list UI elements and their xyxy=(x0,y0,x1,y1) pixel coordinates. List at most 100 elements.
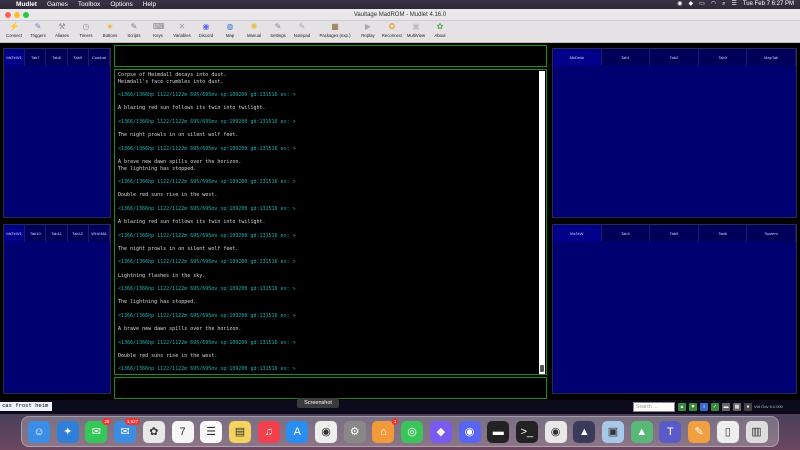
console-scrollbar[interactable] xyxy=(539,71,545,374)
dock-mudlet-icon[interactable]: ▬ xyxy=(487,421,510,443)
dock-teams-icon[interactable]: T xyxy=(659,421,682,443)
menu-help[interactable]: Help xyxy=(143,0,156,9)
toolbar-button-replay[interactable]: ▶ Replay xyxy=(357,21,379,38)
toolbar-button-notepad[interactable]: ✎ Notepad xyxy=(291,21,313,38)
dock-stacks-icon[interactable]: ▲ xyxy=(573,421,596,443)
tab-tab11[interactable]: Tab11 xyxy=(46,225,68,242)
toolbar-button-buttons[interactable]: ★ Buttons xyxy=(99,21,121,38)
dock-terminal-icon[interactable]: >_ xyxy=(515,421,538,443)
toolbar-button-label: Replay xyxy=(361,33,375,38)
toolbar-button-connect[interactable]: ⚡ Connect xyxy=(3,21,25,38)
tab-tab6[interactable]: Tab6 xyxy=(699,225,748,242)
dock-messages-icon[interactable]: ✉ 20 xyxy=(85,418,112,443)
tab-mstew1[interactable]: MsTeW1 xyxy=(4,49,26,66)
tab-tab3[interactable]: Tab3 xyxy=(699,49,748,66)
console-prompt-line: <1366/1366hp 1122/1122m 695/695mv xp:109… xyxy=(118,145,296,152)
toolbar-button-manual[interactable]: ✺ Manual xyxy=(243,21,265,38)
dock-shortcuts-icon[interactable]: ◆ xyxy=(429,421,452,443)
tab-tab4[interactable]: Tab4 xyxy=(602,225,651,242)
tab-mstew1[interactable]: MsTeW1 xyxy=(4,225,26,242)
dock-chrome-icon[interactable]: ◉ xyxy=(544,421,567,443)
clock[interactable]: Tue Feb 7 6:27 PM xyxy=(743,0,794,9)
dock-mail-icon[interactable]: ✉ 1,927 xyxy=(114,418,141,443)
wifi-icon[interactable]: ◠ xyxy=(711,0,716,9)
network-icon[interactable]: ▦ xyxy=(733,403,741,411)
command-input[interactable]: cas frost heim xyxy=(0,402,52,411)
discord-status-icon[interactable]: ◉ xyxy=(677,0,682,9)
toolbar-button-variables[interactable]: ✕ Variables xyxy=(171,21,193,38)
toolbar-button-multiview[interactable]: ▣ MultiView xyxy=(405,21,427,38)
bottom-info-bar xyxy=(114,377,547,399)
scrollbar-thumb[interactable] xyxy=(540,365,544,372)
info-icon[interactable]: i xyxy=(700,403,708,411)
toolbar-button-keys[interactable]: ⌨ Keys xyxy=(147,21,169,38)
menu-mudlet[interactable]: Mudlet xyxy=(16,0,37,9)
globe-icon: ◍ xyxy=(226,22,234,31)
toolbar-button-about[interactable]: ✿ About xyxy=(429,21,451,38)
toolbar-button-packages-exp[interactable]: ▦ Packages (exp.) xyxy=(315,21,355,38)
logging-icon[interactable]: ✓ xyxy=(711,403,719,411)
dropbox-icon[interactable]: ◆ xyxy=(689,0,694,9)
clock-icon: ◷ xyxy=(82,22,90,31)
menu-toolbox[interactable]: Toolbox xyxy=(78,0,100,9)
close-window-button[interactable] xyxy=(5,12,11,18)
search-icon[interactable]: ⌕ xyxy=(722,0,725,9)
tab-system[interactable]: System xyxy=(747,225,796,242)
dock-preview-icon[interactable]: ▣ xyxy=(602,421,624,443)
toolbar-button-reconnect[interactable]: ✪ Reconnect xyxy=(381,21,403,38)
main-console[interactable]: Corpse of Heimdall decays into dust. Heim… xyxy=(114,69,547,375)
dock-music-icon[interactable]: ♫ xyxy=(257,421,280,443)
minimize-window-button[interactable] xyxy=(14,12,20,18)
emergency-stop-icon[interactable]: ▬ xyxy=(722,403,730,411)
dock-reminders-icon[interactable]: ☰ xyxy=(200,421,223,443)
toolbar-button-label: Notepad xyxy=(293,33,311,38)
timestamp-toggle-icon[interactable]: ▲ xyxy=(678,403,686,411)
toolbar-button-map[interactable]: ◍ Map xyxy=(219,21,241,38)
tab-tab12[interactable]: Tab12 xyxy=(68,225,89,242)
tab-tab1[interactable]: Tab1 xyxy=(602,49,651,66)
toolbar-button-triggers[interactable]: ✎ Triggers xyxy=(27,21,49,38)
tab-whama[interactable]: WHAMA xyxy=(89,225,111,242)
tab-tab8[interactable]: Tab8 xyxy=(46,49,68,66)
battery-icon[interactable]: ▭ xyxy=(699,0,705,9)
tab-msdesk[interactable]: MsDesk xyxy=(553,49,602,66)
dock-finder-icon[interactable]: ☺ xyxy=(28,421,50,443)
dock-notes-icon[interactable]: ▤ xyxy=(228,421,251,443)
toolbar-button-timers[interactable]: ◷ Timers xyxy=(75,21,97,38)
dock-macos-installer-icon[interactable]: ▲ xyxy=(630,421,653,443)
reconnect-icon: ✪ xyxy=(388,22,396,31)
control-center-icon[interactable]: ☰ xyxy=(731,0,736,9)
dock-documents-icon[interactable]: ▯ xyxy=(716,421,739,443)
tab-combat[interactable]: Combat xyxy=(89,49,111,66)
toolbar-button-settings[interactable]: ✎ Settings xyxy=(267,21,289,38)
dock-discord-icon[interactable]: ◉ xyxy=(458,421,481,443)
search-input[interactable]: Search ... xyxy=(633,402,675,412)
dock-app-store-icon[interactable]: A xyxy=(286,421,309,443)
dock-calendar-icon[interactable]: 7 xyxy=(171,421,194,443)
tab-tab9[interactable]: Tab9 xyxy=(68,49,89,66)
dock-pages-icon[interactable]: ✎ xyxy=(688,421,711,443)
tab-mstew[interactable]: MsTeW xyxy=(553,225,602,242)
dock-home-icon[interactable]: ⌂ 1 xyxy=(372,418,399,443)
dock-screenshot-icon[interactable]: ◉ xyxy=(315,421,337,443)
zoom-window-button[interactable] xyxy=(23,12,29,18)
tab-maptab[interactable]: MapTab xyxy=(747,49,796,66)
dock-system-settings-icon[interactable]: ⚙ xyxy=(343,421,366,443)
toolbar-button-discord[interactable]: ◉ Discord xyxy=(195,21,217,38)
dock-find-my-icon[interactable]: ◎ xyxy=(401,421,424,443)
dock-photos-icon[interactable]: ✿ xyxy=(142,421,165,443)
tab-tab7[interactable]: Tab7 xyxy=(25,49,47,66)
tab-tab5[interactable]: Tab5 xyxy=(650,225,699,242)
tab-tab10[interactable]: Tab10 xyxy=(25,225,47,242)
dock-safari-icon[interactable]: ✦ xyxy=(56,421,79,443)
toolbar-button-aliases[interactable]: ⚒ Aliases xyxy=(51,21,73,38)
dock-trash-icon[interactable]: ▥ xyxy=(745,421,768,443)
tab-tab2[interactable]: Tab2 xyxy=(650,49,699,66)
replay-record-icon[interactable]: ▼ xyxy=(689,403,697,411)
toolbar-button-scripts[interactable]: ✎ Scripts xyxy=(123,21,145,38)
trigger-icon: ✎ xyxy=(34,22,42,31)
menu-games[interactable]: Games xyxy=(47,0,68,9)
menu-options[interactable]: Options xyxy=(110,0,132,9)
settings-icon[interactable]: ● xyxy=(744,403,752,411)
